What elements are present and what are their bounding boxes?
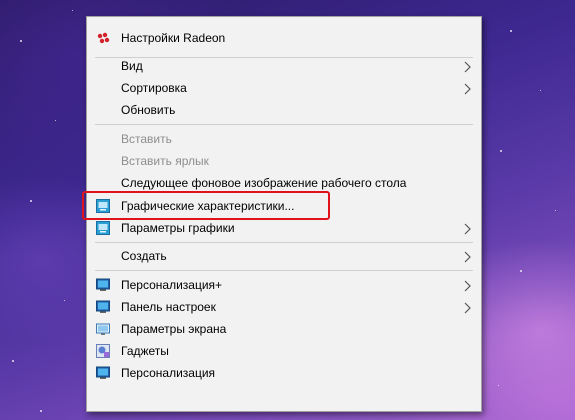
menu-item-radeon-settings[interactable]: Настройки Radeon (87, 27, 481, 49)
chevron-right-icon (464, 251, 471, 263)
menu-separator (95, 124, 473, 125)
chevron-right-icon (464, 223, 471, 235)
menu-item-label: Панель настроек (121, 300, 216, 314)
chevron-right-icon (464, 280, 471, 292)
menu-item-sort[interactable]: Сортировка (87, 77, 481, 99)
menu-item-label: Параметры экрана (121, 322, 227, 336)
menu-item-label: Следующее фоновое изображение рабочего с… (121, 176, 407, 190)
menu-separator (95, 270, 473, 271)
menu-item-personalization-plus[interactable]: Персонализация+ (87, 274, 481, 296)
menu-item-label: Параметры графики (121, 221, 235, 235)
menu-item-label: Обновить (121, 103, 176, 117)
chevron-right-icon (464, 302, 471, 314)
monitor-icon (96, 366, 110, 379)
chevron-right-icon (464, 83, 471, 95)
menu-item-graphics-options[interactable]: Параметры графики (87, 217, 481, 239)
menu-item-create[interactable]: Создать (87, 245, 481, 267)
menu-item-label: Вставить ярлык (121, 154, 209, 168)
menu-item-label: Вид (121, 59, 143, 73)
intel-graphics-icon (96, 221, 110, 235)
menu-item-personalization[interactable]: Персонализация (87, 362, 481, 384)
menu-item-label: Настройки Radeon (121, 31, 226, 45)
menu-item-control-panel[interactable]: Панель настроек (87, 296, 481, 318)
menu-item-view[interactable]: Вид (87, 55, 481, 77)
amd-radeon-icon (97, 32, 110, 44)
menu-item-screen-settings[interactable]: Параметры экрана (87, 318, 481, 340)
menu-item-refresh[interactable]: Обновить (87, 99, 481, 121)
display-icon (96, 323, 110, 335)
menu-item-label: Персонализация (121, 366, 216, 380)
menu-item-label: Персонализация+ (121, 278, 223, 292)
monitor-icon (96, 278, 110, 291)
menu-item-label: Гаджеты (121, 344, 169, 358)
menu-item-label: Вставить (121, 132, 172, 146)
monitor-icon (96, 300, 110, 313)
menu-item-paste-shortcut[interactable]: Вставить ярлык (87, 150, 481, 172)
menu-item-gadgets[interactable]: Гаджеты (87, 340, 481, 362)
menu-item-paste[interactable]: Вставить (87, 128, 481, 150)
highlight-frame (82, 191, 330, 220)
menu-separator (95, 242, 473, 243)
chevron-right-icon (464, 61, 471, 73)
menu-item-label: Создать (121, 249, 167, 263)
gadgets-icon (96, 344, 110, 358)
menu-item-label: Сортировка (121, 81, 187, 95)
